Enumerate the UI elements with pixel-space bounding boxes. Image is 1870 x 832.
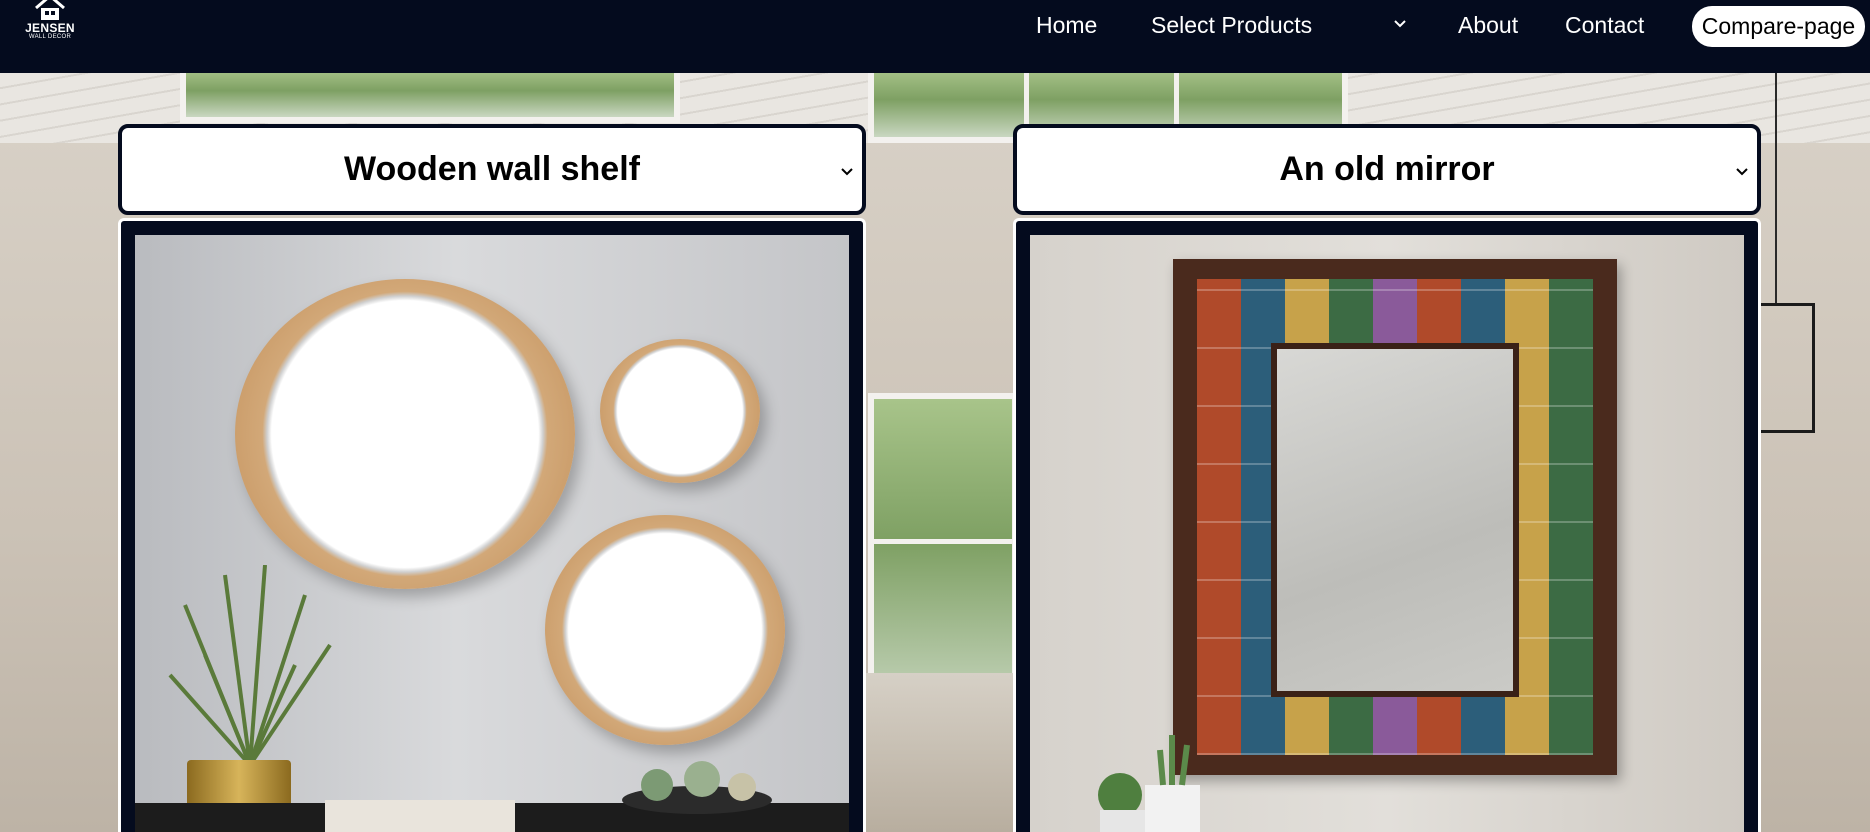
product-select-right[interactable]: An old mirror — [1013, 124, 1761, 215]
plant — [168, 565, 332, 765]
brand-name: JENSEN — [25, 21, 75, 35]
mirror-glass — [1271, 343, 1519, 697]
product-image-right — [1030, 235, 1744, 832]
product-select-left[interactable]: Wooden wall shelf — [118, 124, 866, 215]
logo[interactable]: JENSEN WALL DECOR — [14, 0, 86, 48]
succulent-tray — [622, 761, 772, 814]
nav-contact[interactable]: Contact — [1565, 12, 1644, 39]
product-image-left — [135, 235, 849, 832]
chevron-down-icon — [841, 168, 853, 176]
product-select-left-value: Wooden wall shelf — [344, 150, 640, 188]
nav-select-products[interactable]: Select Products — [1151, 12, 1312, 39]
cactus-pot — [1098, 735, 1200, 832]
product-select-right-value: An old mirror — [1279, 150, 1495, 188]
window — [180, 73, 680, 123]
books — [325, 800, 515, 832]
navbar: JENSEN WALL DECOR Home Select Products A… — [0, 0, 1870, 73]
round-mirror — [600, 339, 760, 483]
chevron-down-icon[interactable] — [1392, 16, 1408, 32]
compare-page-button[interactable]: Compare-page — [1692, 6, 1865, 47]
chevron-down-icon — [1736, 168, 1748, 176]
product-card-left — [118, 218, 866, 832]
pendant-lamp — [1775, 73, 1777, 303]
round-mirror — [235, 279, 575, 589]
round-mirror — [545, 515, 785, 745]
product-card-right — [1013, 218, 1761, 832]
brand-tagline: WALL DECOR — [28, 34, 72, 40]
mirror-frame — [1173, 259, 1617, 775]
nav-about[interactable]: About — [1458, 12, 1518, 39]
nav-home[interactable]: Home — [1036, 12, 1097, 39]
sofa — [860, 673, 1030, 832]
